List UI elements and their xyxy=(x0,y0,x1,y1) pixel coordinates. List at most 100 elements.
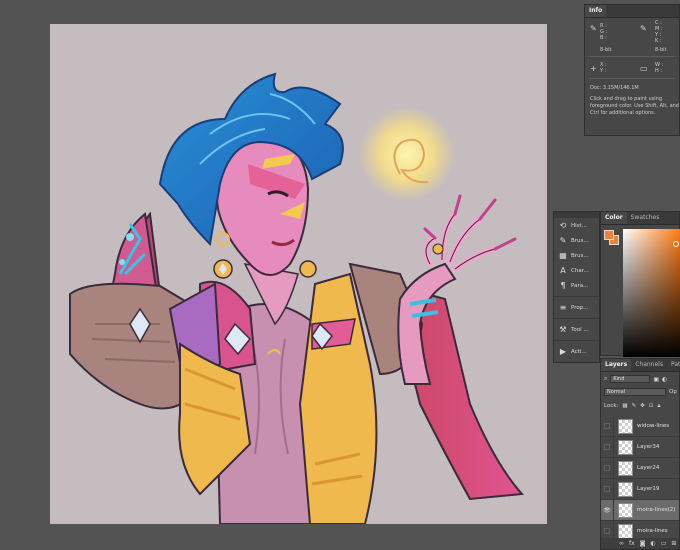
crosshair-icon: + xyxy=(590,64,597,73)
lock-artboard-icon[interactable]: ⊡ xyxy=(649,403,654,409)
lock-label: Lock: xyxy=(604,403,619,409)
layer-thumbnail xyxy=(618,439,633,455)
visibility-off-icon xyxy=(604,444,610,450)
tab-channels[interactable]: Channels xyxy=(631,359,667,371)
adjustment-icon[interactable]: ◐ xyxy=(651,540,656,547)
layer-thumbnail xyxy=(618,481,633,497)
info-panel-tabs: Info xyxy=(585,5,679,18)
cmyk-eyedropper-icon: ✎ xyxy=(640,24,647,33)
visibility-off-icon xyxy=(604,423,610,429)
layer-name: Layer34 xyxy=(637,444,660,450)
panel-actions-button[interactable]: ▶ Acti... xyxy=(554,344,599,359)
panel-character-button[interactable]: A Char... xyxy=(554,263,599,278)
info-bitdepth-right: 8-bit xyxy=(655,47,667,53)
tab-layers[interactable]: Layers xyxy=(601,359,632,371)
panel-actions-label: Acti... xyxy=(571,348,587,355)
panel-paragraph-label: Para... xyxy=(571,282,589,289)
color-picker-field[interactable] xyxy=(623,229,680,357)
layer-visibility-toggle[interactable] xyxy=(601,478,614,500)
lock-transparency-icon[interactable]: ▦ xyxy=(622,403,627,409)
tab-info[interactable]: Info xyxy=(585,5,607,17)
color-panel-tabs: Color Swatches xyxy=(601,212,679,225)
eye-icon: 👁︎ xyxy=(603,506,611,514)
panel-history-label: Hist... xyxy=(571,222,587,229)
brush-icon: ✎ xyxy=(559,235,567,245)
lock-position-icon[interactable]: ✥ xyxy=(640,403,645,409)
brush-presets-icon: ▦ xyxy=(559,250,567,260)
mask-icon[interactable]: ◙ xyxy=(640,540,646,547)
foreground-color-swatch[interactable] xyxy=(604,230,614,240)
info-readouts: ✎ R : G : B : 8-bit ✎ C : M : Y : K : 8-… xyxy=(585,18,679,108)
history-icon: ⟲ xyxy=(559,220,567,230)
layer-name: widow-lines xyxy=(637,423,670,429)
link-icon[interactable]: ∞ xyxy=(619,540,624,547)
filter-image-icon[interactable]: ▣ xyxy=(653,376,659,383)
layer-visibility-toggle[interactable] xyxy=(601,415,614,437)
panel-paragraph-button[interactable]: ¶ Para... xyxy=(554,278,599,293)
document-canvas[interactable] xyxy=(50,24,547,524)
strip-separator-2 xyxy=(554,315,599,319)
info-divider-2 xyxy=(589,78,675,79)
layer-filter-row: ⌕ Kind ▣ ◐ xyxy=(601,374,679,384)
lock-paint-icon[interactable]: ✎ xyxy=(632,403,637,409)
layer-name: Layer24 xyxy=(637,465,660,471)
layer-name: moira-lines xyxy=(637,528,668,534)
panel-tool-presets-label: Tool ... xyxy=(571,326,589,333)
photoshop-workspace: Info ✎ R : G : B : 8-bit ✎ C : M : Y : K… xyxy=(0,0,680,550)
layer-visibility-toggle[interactable]: 👁︎ xyxy=(601,499,614,521)
group-icon[interactable]: ▭ xyxy=(661,540,667,547)
tab-swatches[interactable]: Swatches xyxy=(627,212,664,224)
actions-icon: ▶ xyxy=(559,346,567,356)
info-k-label: K : xyxy=(655,38,662,44)
layer-visibility-toggle[interactable] xyxy=(601,457,614,479)
info-panel: Info ✎ R : G : B : 8-bit ✎ C : M : Y : K… xyxy=(584,4,680,136)
layer-row[interactable]: widow-lines xyxy=(601,415,679,437)
panel-brush-presets-label: Brus... xyxy=(571,252,589,259)
panel-properties-button[interactable]: ≡ Prop... xyxy=(554,300,599,315)
filter-adjustment-icon[interactable]: ◐ xyxy=(662,376,667,383)
layers-panel-tabs: Layers Channels Paths xyxy=(601,359,680,372)
lock-all-icon[interactable]: 🔒︎ xyxy=(657,403,660,410)
blend-mode-select[interactable]: Normal xyxy=(604,388,666,396)
info-doc-size: Doc: 3.15M/146.1M xyxy=(590,85,639,91)
tab-paths[interactable]: Paths xyxy=(667,359,680,371)
eyedropper-icon: ✎ xyxy=(590,24,597,33)
layer-name: moira-lines(2) xyxy=(637,507,676,513)
layer-thumbnail xyxy=(618,418,633,434)
visibility-off-icon xyxy=(604,528,610,534)
panel-tool-presets-button[interactable]: ⚒ Tool ... xyxy=(554,322,599,337)
layer-thumbnail xyxy=(618,502,633,518)
layer-visibility-toggle[interactable] xyxy=(601,436,614,458)
info-bitdepth-left: 8-bit xyxy=(600,47,612,53)
layers-panel: Layers Channels Paths ⌕ Kind ▣ ◐ Normal … xyxy=(600,358,680,550)
new-layer-icon[interactable]: ⊞ xyxy=(671,540,676,547)
tab-color[interactable]: Color xyxy=(601,212,627,224)
panel-character-label: Char... xyxy=(571,267,589,274)
layer-thumbnail xyxy=(618,460,633,476)
color-picker-ring[interactable] xyxy=(673,241,679,247)
layer-row-selected[interactable]: 👁︎ moira-lines(2) xyxy=(601,499,679,521)
panel-brush-label: Brus... xyxy=(571,237,589,244)
info-tool-hint: Click and drag to paint using foreground… xyxy=(590,96,679,116)
visibility-off-icon xyxy=(604,486,610,492)
filter-search-icon: ⌕ xyxy=(604,375,608,382)
character-illustration xyxy=(69,72,525,524)
visibility-off-icon xyxy=(604,465,610,471)
layer-thumbnail xyxy=(618,523,633,539)
layer-row[interactable]: Layer24 xyxy=(601,457,679,479)
layer-filter-select[interactable]: Kind xyxy=(610,375,651,383)
collapsed-panels-strip: ⟲ Hist... ✎ Brus... ▦ Brus... A Char... … xyxy=(553,211,600,363)
character-icon: A xyxy=(560,265,566,275)
layer-row[interactable]: Layer19 xyxy=(601,478,679,500)
panel-brush-button[interactable]: ✎ Brus... xyxy=(554,233,599,248)
properties-icon: ≡ xyxy=(559,302,567,312)
tool-presets-icon: ⚒ xyxy=(559,324,567,334)
blend-mode-row: Normal Op xyxy=(601,387,679,397)
panel-history-button[interactable]: ⟲ Hist... xyxy=(554,218,599,233)
panel-brush-presets-button[interactable]: ▦ Brus... xyxy=(554,248,599,263)
layer-row[interactable]: Layer34 xyxy=(601,436,679,458)
layer-name: Layer19 xyxy=(637,486,660,492)
paragraph-icon: ¶ xyxy=(560,280,566,290)
fx-icon[interactable]: fx xyxy=(629,540,635,547)
layers-footer: ∞ fx ◙ ◐ ▭ ⊞ xyxy=(601,538,679,549)
